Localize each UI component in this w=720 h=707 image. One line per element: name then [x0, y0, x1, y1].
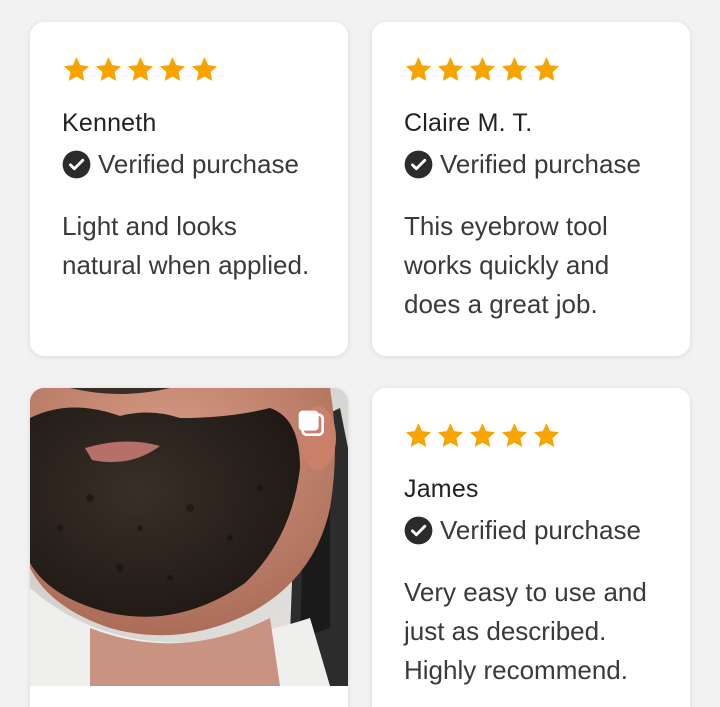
- star-icon: [406, 56, 431, 81]
- reviewer-name: Kenneth: [62, 109, 157, 137]
- verified-label: Verified purchase: [440, 149, 641, 179]
- reviewer-name: Claire M. T.: [404, 109, 533, 137]
- star-icon: [64, 56, 89, 81]
- review-text: Light and looks natural when applied.: [62, 211, 310, 280]
- review-text: Very easy to use and just as described. …: [404, 577, 647, 685]
- star-icon: [406, 422, 431, 447]
- verified-badge: Verified purchase: [62, 149, 316, 179]
- star-icon: [470, 422, 495, 447]
- reviews-grid: Kenneth Verified purchase Light and look…: [0, 0, 720, 707]
- star-icon: [96, 56, 121, 81]
- star-icon: [502, 422, 527, 447]
- star-rating: [404, 420, 658, 450]
- gallery-icon[interactable]: [296, 408, 328, 440]
- review-card[interactable]: James Verified purchase Very easy to use…: [372, 388, 690, 707]
- star-icon: [534, 56, 559, 81]
- verified-check-icon: [62, 150, 91, 178]
- review-text: This eyebrow tool works quickly and does…: [404, 211, 610, 319]
- verified-badge: Verified purchase: [404, 149, 658, 179]
- star-icon: [438, 56, 463, 81]
- star-icon: [128, 56, 153, 81]
- verified-check-icon: [404, 516, 433, 544]
- reviewer-name: James: [404, 475, 479, 503]
- star-rating: [404, 54, 658, 84]
- verified-badge: Verified purchase: [404, 515, 658, 545]
- star-rating: [62, 54, 316, 84]
- star-icon: [502, 56, 527, 81]
- verified-label: Verified purchase: [98, 149, 299, 179]
- star-icon: [192, 56, 217, 81]
- customer-photo[interactable]: [30, 388, 348, 686]
- star-icon: [534, 422, 559, 447]
- photo-review-card[interactable]: [30, 388, 348, 707]
- star-icon: [438, 422, 463, 447]
- review-card[interactable]: Claire M. T. Verified purchase This eyeb…: [372, 22, 690, 356]
- star-icon: [470, 56, 495, 81]
- verified-check-icon: [404, 150, 433, 178]
- star-icon: [160, 56, 185, 81]
- verified-label: Verified purchase: [440, 515, 641, 545]
- review-card[interactable]: Kenneth Verified purchase Light and look…: [30, 22, 348, 356]
